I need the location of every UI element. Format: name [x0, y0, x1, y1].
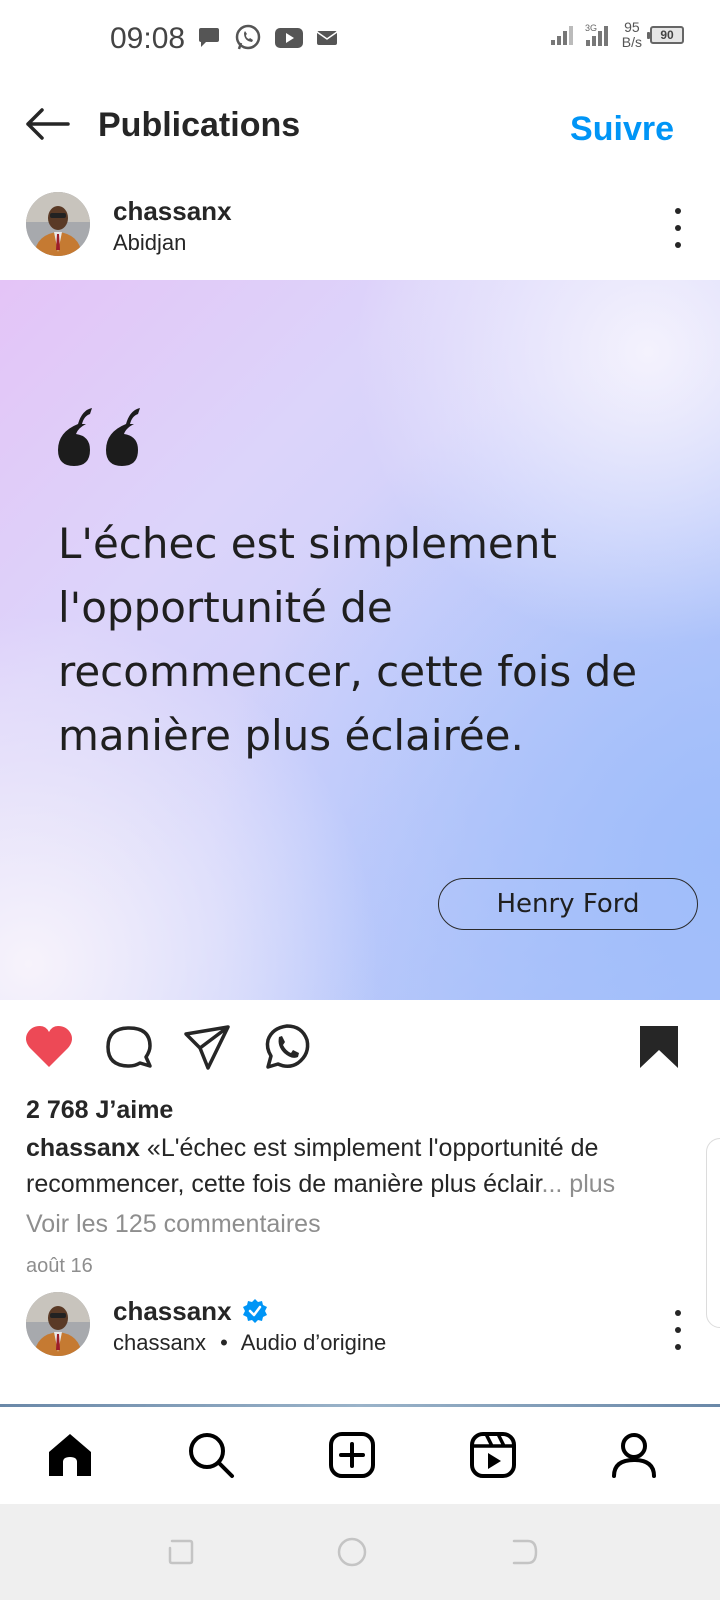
status-bar: 09:08 3G 95 B/s 90: [0, 0, 720, 80]
youtube-icon: [275, 28, 303, 48]
system-status-icons: 3G 95 B/s 90: [550, 20, 684, 50]
home-icon[interactable]: [45, 1430, 95, 1480]
top-header: Publications Suivre: [0, 80, 720, 180]
network-speed-unit: B/s: [621, 34, 642, 50]
quote-text: L'échec est simplement l'opportunité de …: [58, 519, 638, 760]
quote-mark-icon: [58, 408, 140, 466]
network-speed: 95 B/s: [622, 20, 642, 50]
battery-icon: 90: [647, 26, 684, 44]
quote-author: Henry Ford: [438, 878, 698, 930]
avatar-image: [26, 1292, 90, 1356]
next-post-more-icon[interactable]: [668, 1310, 688, 1350]
verified-badge-icon: [243, 1299, 267, 1323]
next-post-avatar[interactable]: [26, 1292, 90, 1356]
follow-button[interactable]: Suivre: [570, 110, 674, 149]
bottom-nav: [0, 1408, 720, 1504]
post-username[interactable]: chassanx: [113, 196, 232, 227]
like-heart-icon[interactable]: [24, 1022, 74, 1072]
system-back-icon[interactable]: [508, 1536, 540, 1568]
signal-4g-icon: 3G: [585, 23, 608, 46]
notification-icons: [196, 24, 338, 52]
likes-count[interactable]: 2 768 J’aime: [26, 1096, 173, 1125]
caption-more-link[interactable]: ... plus: [542, 1170, 616, 1198]
mail-icon: [316, 31, 338, 45]
more-options-icon[interactable]: [668, 208, 688, 248]
post-image[interactable]: L'échec est simplement l'opportunité de …: [0, 280, 720, 1000]
create-post-icon[interactable]: [327, 1430, 377, 1480]
profile-icon[interactable]: [609, 1430, 659, 1480]
battery-level: 90: [660, 28, 674, 42]
svg-text:3G: 3G: [585, 23, 597, 33]
view-comments-link[interactable]: Voir les 125 commentaires: [26, 1210, 321, 1239]
audio-label: Audio d’origine: [240, 1330, 387, 1355]
status-time: 09:08: [110, 22, 186, 55]
recents-icon[interactable]: [164, 1536, 196, 1568]
audio-separator: •: [220, 1330, 228, 1355]
signal-icon: [550, 26, 573, 45]
back-arrow-icon[interactable]: [22, 104, 72, 144]
search-icon[interactable]: [186, 1430, 236, 1480]
reel-preview-edge: [0, 1404, 720, 1407]
next-post-header: chassanx chassanx • Audio d’origine: [0, 1288, 720, 1380]
home-circle-icon[interactable]: [336, 1536, 368, 1568]
caption-username[interactable]: chassanx: [26, 1134, 140, 1162]
next-post-username[interactable]: chassanx: [113, 1296, 232, 1327]
page-title: Publications: [98, 106, 301, 144]
save-bookmark-icon[interactable]: [634, 1022, 684, 1072]
avatar-image: [26, 192, 90, 256]
reels-icon[interactable]: [468, 1430, 518, 1480]
network-speed-value: 95: [624, 19, 640, 35]
comment-icon[interactable]: [104, 1022, 154, 1072]
chat-bubble-icon: [199, 28, 219, 47]
post-date: août 16: [26, 1255, 93, 1277]
avatar[interactable]: [26, 192, 90, 256]
post-header: chassanx Abidjan: [0, 186, 720, 278]
audio-username: chassanx: [113, 1330, 206, 1355]
post-caption: chassanx «L'échec est simplement l'oppor…: [26, 1130, 696, 1202]
system-navigation-bar: [0, 1504, 720, 1600]
post-location[interactable]: Abidjan: [113, 230, 186, 256]
action-bar: [0, 1022, 720, 1078]
whatsapp-icon: [235, 24, 261, 50]
audio-info[interactable]: chassanx • Audio d’origine: [113, 1330, 386, 1356]
share-send-icon[interactable]: [182, 1022, 232, 1072]
whatsapp-share-icon[interactable]: [262, 1022, 312, 1072]
